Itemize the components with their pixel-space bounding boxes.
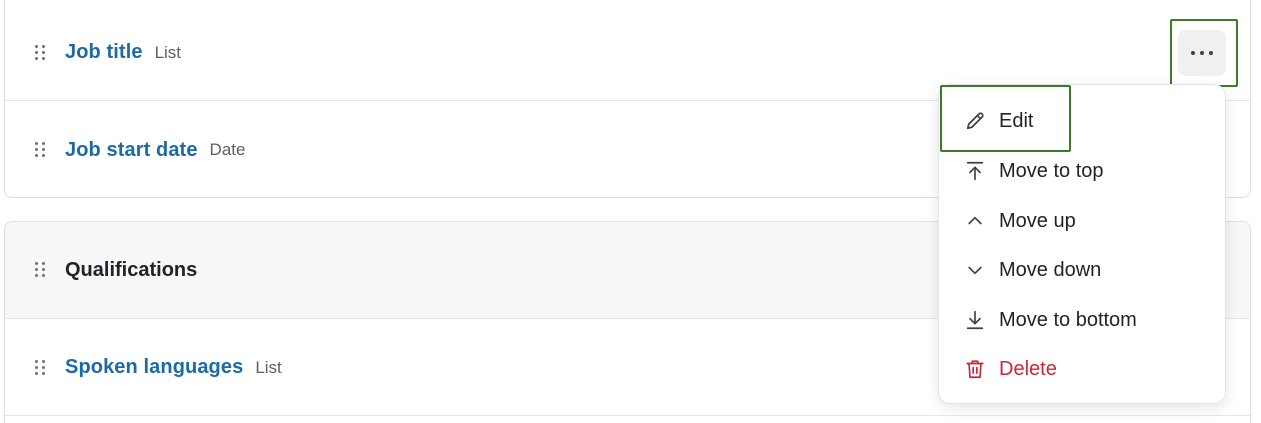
chevron-down-icon <box>963 258 987 282</box>
page: Job title List Job start date Date Quali… <box>0 0 1261 423</box>
menu-item-move-to-top[interactable]: Move to top <box>939 148 1225 194</box>
pencil-icon <box>963 109 987 133</box>
menu-item-label: Move to top <box>999 159 1104 182</box>
field-name-link[interactable]: Job start date <box>65 139 198 162</box>
ellipsis-horizontal-icon <box>1191 51 1213 55</box>
menu-item-label: Delete <box>999 357 1057 380</box>
field-name-link[interactable]: Job title <box>65 41 143 64</box>
menu-item-label: Move to bottom <box>999 308 1137 331</box>
arrow-to-bottom-icon <box>963 308 987 332</box>
trash-icon <box>963 357 987 381</box>
menu-item-label: Move up <box>999 209 1076 232</box>
menu-item-delete[interactable]: Delete <box>939 346 1225 392</box>
field-type-label: List <box>154 42 182 62</box>
arrow-to-top-icon <box>963 159 987 183</box>
more-options-button[interactable] <box>1178 30 1226 76</box>
field-type-label: Date <box>209 140 246 159</box>
drag-handle-icon[interactable] <box>35 262 47 278</box>
menu-item-edit[interactable]: Edit <box>939 98 1225 144</box>
drag-handle-icon[interactable] <box>35 142 47 158</box>
chevron-up-icon <box>963 209 987 233</box>
menu-item-move-up[interactable]: Move up <box>939 198 1225 244</box>
menu-item-label: Edit <box>999 109 1034 132</box>
menu-item-move-down[interactable]: Move down <box>939 247 1225 293</box>
actions-menu: Edit Move to top Move up Move down Move … <box>938 84 1226 404</box>
field-type-label: List <box>255 357 282 377</box>
drag-handle-icon[interactable] <box>35 359 47 376</box>
drag-handle-icon[interactable] <box>35 44 47 61</box>
field-name-link[interactable]: Spoken languages <box>65 356 243 379</box>
section-title: Qualifications <box>65 258 198 281</box>
menu-item-label: Move down <box>999 258 1102 281</box>
menu-item-move-to-bottom[interactable]: Move to bottom <box>939 297 1225 343</box>
